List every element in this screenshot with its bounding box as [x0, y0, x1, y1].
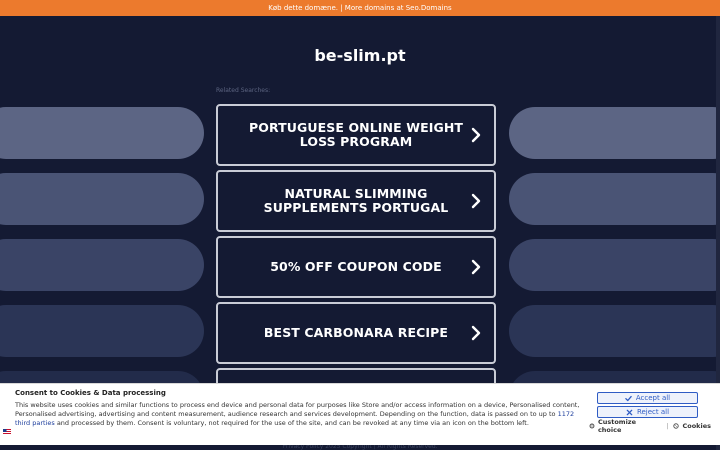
chevron-right-icon [471, 259, 481, 275]
chevron-right-icon [471, 325, 481, 341]
decor-pill [0, 173, 204, 225]
reject-all-button[interactable]: Reject all [597, 406, 698, 418]
check-icon [625, 395, 632, 401]
accept-all-button[interactable]: Accept all [597, 392, 698, 404]
cookie-icon [673, 423, 680, 429]
search-link-label: BEST CARBONARA RECIPE [263, 324, 449, 340]
search-link-carbonara-recipe[interactable]: BEST CARBONARA RECIPE [216, 302, 496, 364]
decor-pill [0, 107, 204, 159]
reject-all-label: Reject all [636, 408, 670, 416]
search-link-slimming-supplements[interactable]: NATURAL SLIMMING SUPPLEMENTS PORTUGAL [216, 170, 496, 232]
links-separator: | [666, 422, 669, 430]
consent-secondary-links: Customize choice | Cookies [589, 418, 711, 434]
search-link-label: 50% OFF COUPON CODE [270, 258, 442, 274]
customize-choice-link[interactable]: Customize choice [589, 418, 661, 434]
close-icon [626, 409, 633, 415]
domain-sale-banner[interactable]: Køb dette domæne. | More domains at Seo.… [0, 0, 720, 16]
consent-title: Consent to Cookies & Data processing [15, 389, 166, 397]
cookies-label: Cookies [682, 422, 711, 430]
search-link-weight-loss[interactable]: PORTUGUESE ONLINE WEIGHT LOSS PROGRAM [216, 104, 496, 166]
decor-pill [0, 239, 204, 291]
gear-icon [589, 423, 595, 429]
consent-text-end: and processed by them. Consent is volunt… [54, 419, 529, 427]
decor-pill [0, 305, 204, 357]
consent-text: This website uses cookies and similar fu… [15, 401, 580, 418]
decor-pill [509, 107, 720, 159]
search-link-label: NATURAL SLIMMING SUPPLEMENTS PORTUGAL [263, 185, 449, 215]
decor-pill [509, 305, 720, 357]
chevron-right-icon [471, 193, 481, 209]
customize-choice-label: Customize choice [597, 418, 636, 434]
chevron-right-icon [471, 127, 481, 143]
decor-pill [509, 239, 720, 291]
search-link-coupon-code[interactable]: 50% OFF COUPON CODE [216, 236, 496, 298]
search-link-label: PORTUGUESE ONLINE WEIGHT LOSS PROGRAM [248, 119, 464, 149]
cookies-link[interactable]: Cookies [673, 422, 711, 430]
cookie-consent-banner: Consent to Cookies & Data processing Thi… [0, 383, 720, 445]
consent-body: This website uses cookies and similar fu… [15, 401, 587, 428]
related-searches-label: Related Searches: [216, 87, 271, 94]
accept-all-label: Accept all [635, 394, 671, 402]
decor-pill [509, 173, 720, 225]
site-title: be-slim.pt [314, 46, 406, 65]
flag-icon[interactable] [3, 429, 11, 435]
domain-sale-link[interactable]: Køb dette domæne. | More domains at Seo.… [268, 4, 451, 12]
